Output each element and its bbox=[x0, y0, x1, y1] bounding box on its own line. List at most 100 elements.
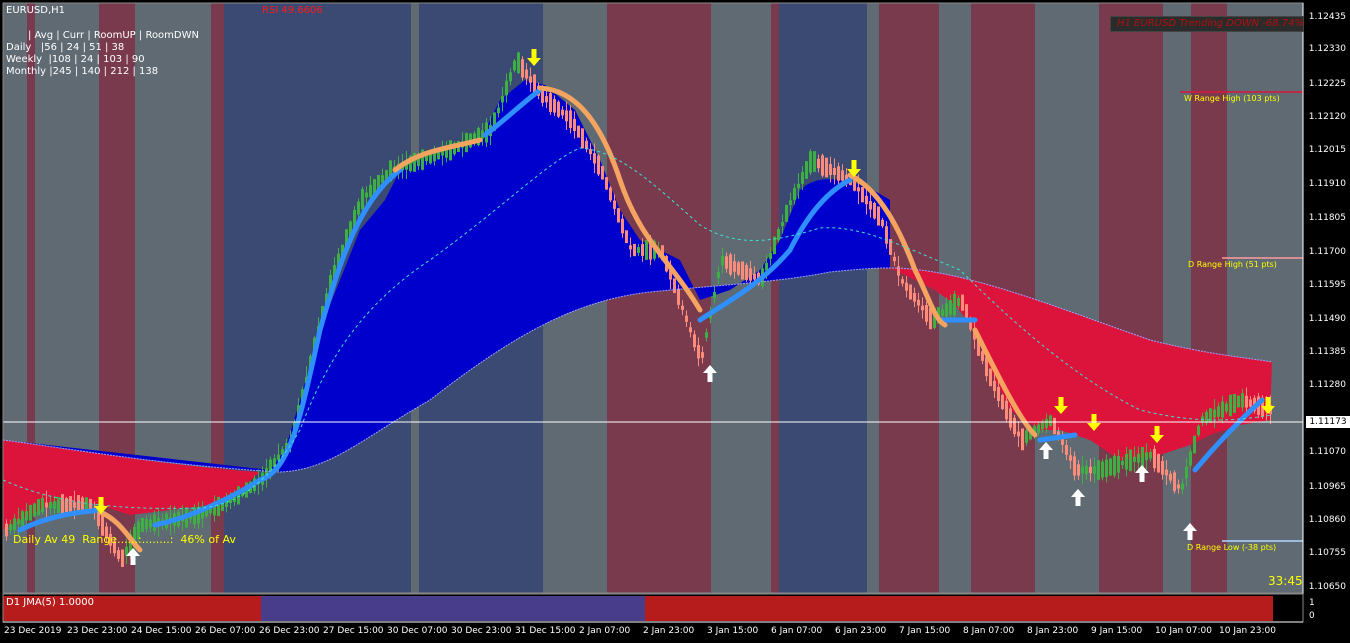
candle-body bbox=[805, 161, 808, 179]
stripe-bear bbox=[607, 3, 711, 593]
candle-body bbox=[581, 128, 584, 149]
candle-body bbox=[609, 187, 612, 201]
candle-body bbox=[1045, 418, 1048, 428]
candle-body bbox=[1157, 453, 1160, 473]
candle-body bbox=[37, 499, 40, 516]
candle-body bbox=[1101, 461, 1104, 478]
candle-body bbox=[637, 247, 640, 253]
rsi-text: RSI 49.6606 bbox=[262, 5, 323, 16]
time-axis-label: 3 Jan 15:00 bbox=[707, 626, 759, 636]
candle-body bbox=[1213, 409, 1216, 418]
current-price-tag: 1.11173 bbox=[1306, 416, 1350, 428]
candle-body bbox=[789, 200, 792, 205]
candle-body bbox=[1237, 395, 1240, 408]
candle-body bbox=[837, 166, 840, 181]
candle-body bbox=[509, 72, 512, 82]
candle-body bbox=[1129, 449, 1132, 472]
candle-body bbox=[1161, 461, 1164, 475]
candle-body bbox=[1121, 460, 1124, 466]
time-axis-label: 8 Jan 23:00 bbox=[1027, 626, 1079, 636]
candle-body bbox=[633, 243, 636, 257]
time-axis-label: 6 Jan 23:00 bbox=[835, 626, 887, 636]
candle-body bbox=[705, 332, 708, 338]
chart-canvas[interactable] bbox=[0, 0, 1350, 643]
candle-body bbox=[5, 523, 8, 537]
candle-body bbox=[1025, 430, 1028, 443]
candle-body bbox=[577, 125, 580, 138]
candle-body bbox=[857, 187, 860, 192]
time-axis-label: 31 Dec 15:00 bbox=[515, 626, 576, 636]
time-axis-label: 30 Dec 07:00 bbox=[387, 626, 448, 636]
price-axis-label: 1.11385 bbox=[1308, 347, 1346, 357]
candle-body bbox=[1221, 401, 1224, 418]
time-axis-label: 26 Dec 23:00 bbox=[259, 626, 320, 636]
subwindow-bar-purple bbox=[261, 596, 645, 621]
candle-body bbox=[869, 201, 872, 210]
candle-body bbox=[989, 368, 992, 387]
candle-body bbox=[997, 386, 1000, 402]
time-axis-label: 6 Jan 07:00 bbox=[771, 626, 823, 636]
candle-body bbox=[1001, 394, 1004, 410]
candle-body bbox=[1193, 435, 1196, 454]
candle-body bbox=[949, 300, 952, 315]
candle-body bbox=[725, 256, 728, 269]
candle-body bbox=[1177, 484, 1180, 489]
candle-body bbox=[33, 503, 36, 517]
candle-body bbox=[529, 76, 532, 83]
candle-body bbox=[365, 192, 368, 198]
candle-body bbox=[769, 253, 772, 259]
candle-body bbox=[877, 206, 880, 226]
d-range-high-label: D Range High (51 pts) bbox=[1188, 260, 1277, 269]
candle-body bbox=[765, 262, 768, 271]
candle-body bbox=[813, 151, 816, 172]
candle-body bbox=[1137, 453, 1140, 463]
candle-body bbox=[717, 272, 720, 278]
candle-body bbox=[1113, 455, 1116, 476]
stripe-neutral bbox=[1035, 3, 1099, 593]
candle-body bbox=[1145, 452, 1148, 461]
candle-body bbox=[1089, 466, 1092, 474]
candle-body bbox=[641, 244, 644, 256]
candle-body bbox=[825, 157, 828, 178]
time-axis-label: 30 Dec 23:00 bbox=[451, 626, 512, 636]
candle-body bbox=[1169, 473, 1172, 481]
candle-body bbox=[693, 334, 696, 348]
price-axis-label: 1.11910 bbox=[1308, 179, 1346, 189]
candle-body bbox=[141, 517, 144, 532]
countdown-timer: 33:45 bbox=[1268, 574, 1303, 588]
candle-body bbox=[501, 95, 504, 103]
candle-body bbox=[645, 240, 648, 260]
candle-body bbox=[1085, 465, 1088, 475]
candle-body bbox=[1197, 425, 1200, 436]
candle-body bbox=[953, 293, 956, 316]
candle-body bbox=[573, 118, 576, 132]
candle-body bbox=[517, 52, 520, 74]
price-axis-label: 1.11700 bbox=[1308, 247, 1346, 257]
candle-body bbox=[597, 155, 600, 175]
candle-body bbox=[961, 294, 964, 311]
candle-body bbox=[17, 518, 20, 525]
price-axis-label: 1.11280 bbox=[1308, 380, 1346, 390]
time-axis-label: 9 Jan 15:00 bbox=[1091, 626, 1143, 636]
time-axis-label: 2 Jan 23:00 bbox=[643, 626, 695, 636]
candle-body bbox=[713, 291, 716, 299]
price-axis-label: 1.11805 bbox=[1308, 213, 1346, 223]
candle-body bbox=[737, 262, 740, 275]
candle-body bbox=[1005, 400, 1008, 420]
candle-body bbox=[505, 80, 508, 96]
candle-body bbox=[1097, 460, 1100, 480]
candle-body bbox=[9, 524, 12, 531]
candle-body bbox=[605, 177, 608, 190]
candle-body bbox=[425, 155, 428, 162]
candle-body bbox=[957, 297, 960, 307]
daily-av-text: Daily Av 49 Range......:........: 46% of… bbox=[13, 533, 236, 546]
candle-body bbox=[1049, 415, 1052, 426]
candle-body bbox=[881, 219, 884, 227]
candle-body bbox=[1053, 417, 1056, 435]
candle-body bbox=[993, 380, 996, 392]
candle-body bbox=[557, 101, 560, 117]
range-row-daily: Daily |56 | 24 | 51 | 38 bbox=[6, 42, 125, 53]
price-axis-label: 1.12225 bbox=[1308, 79, 1346, 89]
candle-body bbox=[1109, 458, 1112, 476]
candle-body bbox=[865, 195, 868, 205]
